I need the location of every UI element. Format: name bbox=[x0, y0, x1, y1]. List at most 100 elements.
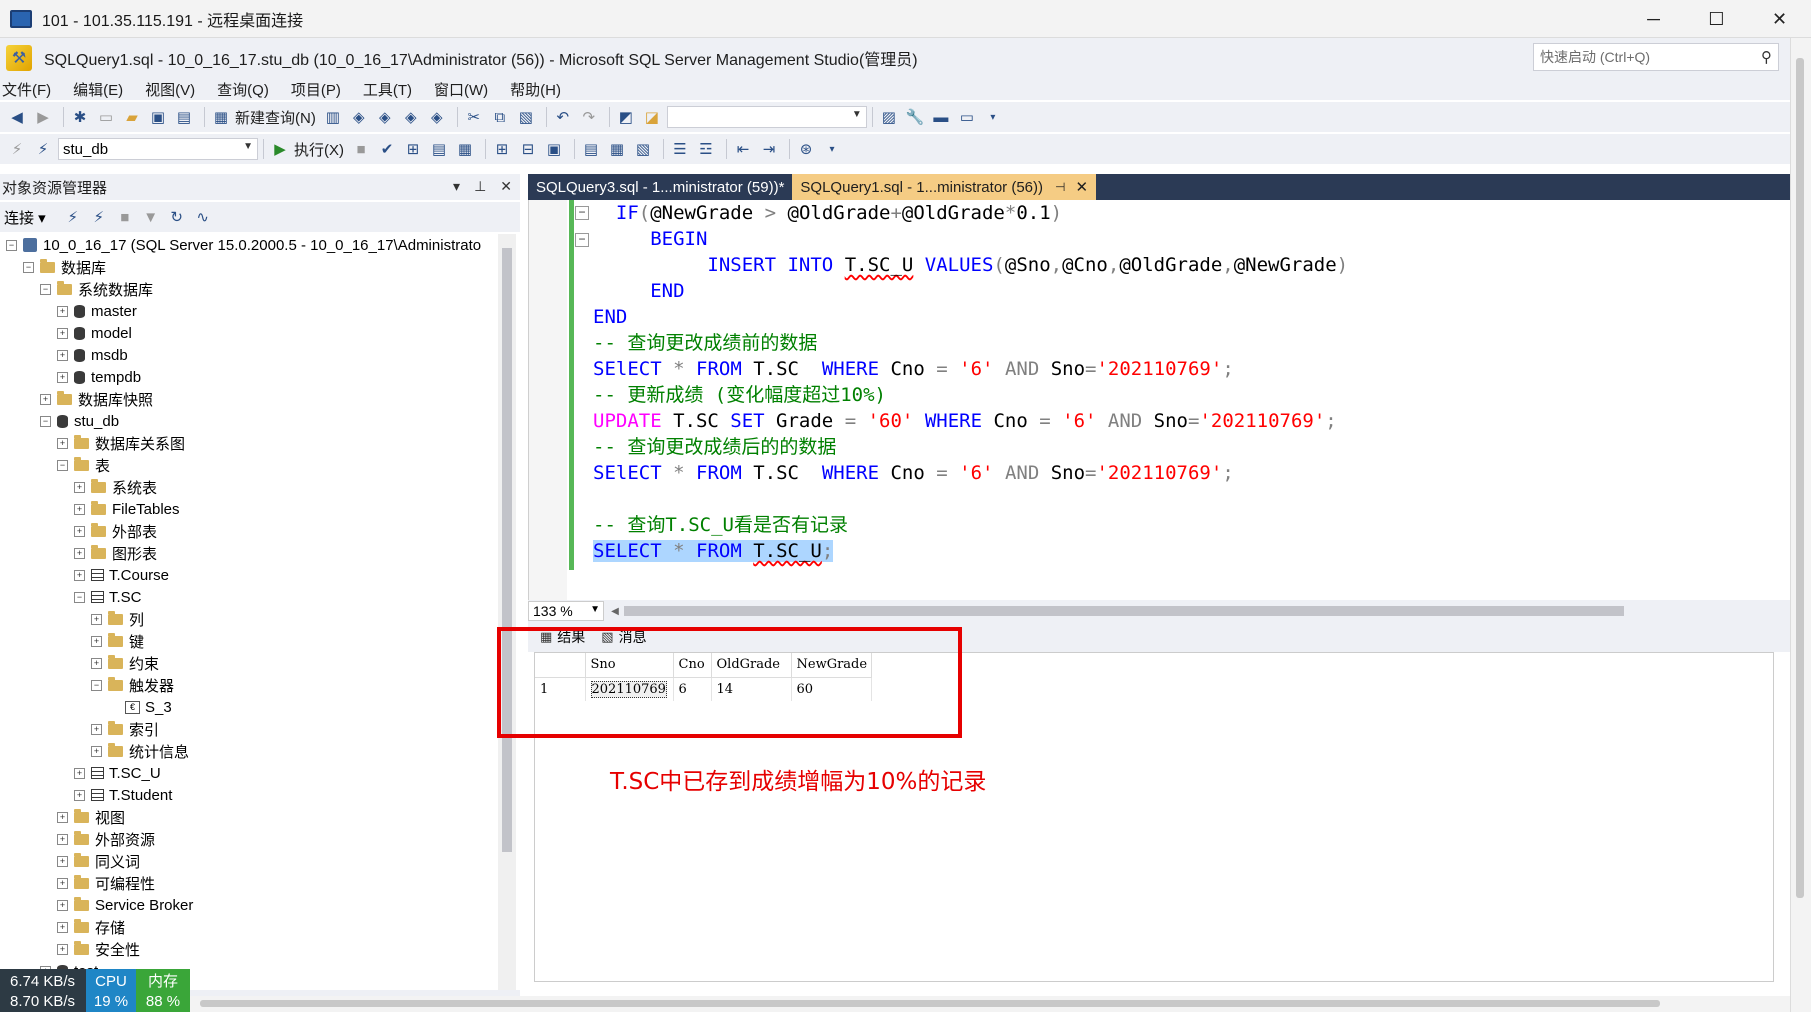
table-row[interactable]: 1 202110769 6 14 60 bbox=[535, 677, 872, 701]
expand-icon[interactable]: + bbox=[74, 481, 85, 493]
minimize-button[interactable]: ─ bbox=[1622, 0, 1685, 38]
tree-node[interactable]: + 外部表 bbox=[0, 520, 498, 542]
expand-icon[interactable]: + bbox=[74, 789, 85, 801]
menu-item[interactable]: 帮助(H) bbox=[508, 79, 573, 100]
display-plan-icon[interactable]: ⊞ bbox=[402, 138, 424, 160]
cut-icon[interactable]: ✂ bbox=[463, 106, 485, 128]
scroll-left-icon[interactable]: ◀ bbox=[604, 600, 626, 622]
menu-item[interactable]: 视图(V) bbox=[143, 79, 207, 100]
collapse-toggle-icon[interactable]: − bbox=[575, 206, 589, 220]
tree-node[interactable]: − 10_0_16_17 (SQL Server 15.0.2000.5 - 10… bbox=[0, 234, 498, 256]
menu-item[interactable]: 文件(F) bbox=[0, 79, 63, 100]
tab-messages[interactable]: ▧ 消息 bbox=[601, 627, 646, 647]
client-stats-icon[interactable]: ▣ bbox=[543, 138, 565, 160]
expand-icon[interactable]: + bbox=[91, 657, 102, 669]
expand-icon[interactable]: + bbox=[57, 855, 68, 867]
dmx-query-icon[interactable]: ◈ bbox=[374, 106, 396, 128]
comment-icon[interactable]: ☰ bbox=[669, 138, 691, 160]
tree-node[interactable]: + 约束 bbox=[0, 652, 498, 674]
decrease-indent-icon[interactable]: ⇤ bbox=[732, 138, 754, 160]
window-layout-icon[interactable]: ▭ bbox=[956, 106, 978, 128]
editor-hscroll-thumb[interactable] bbox=[624, 606, 1624, 616]
open-file-icon[interactable]: ▰ bbox=[121, 106, 143, 128]
change-connection-icon[interactable]: ⚡ bbox=[32, 138, 54, 160]
quick-launch-input[interactable]: 快速启动 (Ctrl+Q) ⚲ bbox=[1533, 43, 1779, 71]
panel-close-icon[interactable]: ✕ bbox=[500, 178, 512, 195]
expand-icon[interactable]: + bbox=[57, 943, 68, 955]
solution-config-combo[interactable]: ▼ bbox=[666, 106, 867, 128]
panel-menu-icon[interactable]: ▾ bbox=[453, 178, 460, 195]
execute-button[interactable]: ▶ 执行(X) bbox=[269, 138, 344, 160]
tree-node[interactable]: + T.Student bbox=[0, 784, 498, 806]
expand-icon[interactable]: + bbox=[57, 899, 68, 911]
collapse-icon[interactable]: − bbox=[40, 283, 51, 295]
new-project-icon[interactable]: ✱ bbox=[69, 106, 91, 128]
tab-results[interactable]: ▦ 结果 bbox=[540, 627, 585, 647]
tab-sqlquery1[interactable]: SQLQuery1.sql - 1...ministrator (56)) ⊣ … bbox=[792, 174, 1097, 200]
results-to-text-icon[interactable]: ▤ bbox=[580, 138, 602, 160]
refresh-icon[interactable]: ↻ bbox=[166, 206, 188, 228]
collapse-icon[interactable]: − bbox=[57, 459, 68, 471]
tree-node[interactable]: + 键 bbox=[0, 630, 498, 652]
tree-node[interactable]: + FileTables bbox=[0, 498, 498, 520]
expand-icon[interactable]: + bbox=[57, 371, 68, 383]
expand-icon[interactable]: + bbox=[91, 745, 102, 757]
collapse-toggle-icon[interactable]: − bbox=[575, 233, 589, 247]
tree-node[interactable]: + 统计信息 bbox=[0, 740, 498, 762]
tree-node[interactable]: + msdb bbox=[0, 344, 498, 366]
tree-node[interactable]: − T.SC bbox=[0, 586, 498, 608]
expand-icon[interactable]: + bbox=[74, 525, 85, 537]
column-header-sno[interactable]: Sno bbox=[585, 653, 674, 678]
filter-icon[interactable]: ▼ bbox=[140, 206, 162, 228]
connect-icon[interactable]: ⚡ bbox=[6, 138, 28, 160]
tree-node[interactable]: − 触发器 bbox=[0, 674, 498, 696]
tree-node[interactable]: + 安全性 bbox=[0, 938, 498, 960]
object-explorer-scrollbar[interactable] bbox=[498, 234, 516, 990]
increase-indent-icon[interactable]: ⇥ bbox=[758, 138, 780, 160]
collapse-icon[interactable]: − bbox=[6, 239, 17, 251]
search-icon[interactable]: ⚲ bbox=[1761, 48, 1772, 66]
results-to-grid-icon[interactable]: ▦ bbox=[454, 138, 476, 160]
new-query-button[interactable]: ▦ 新建查询(N) bbox=[210, 106, 316, 128]
disconnect-icon[interactable]: ⚡ bbox=[88, 206, 110, 228]
column-header-newgrade[interactable]: NewGrade bbox=[791, 653, 872, 678]
tree-node[interactable]: + 图形表 bbox=[0, 542, 498, 564]
menu-item[interactable]: 工具(T) bbox=[361, 79, 424, 100]
expand-icon[interactable]: + bbox=[74, 767, 85, 779]
maximize-button[interactable]: ☐ bbox=[1685, 0, 1748, 38]
collapse-icon[interactable]: − bbox=[40, 415, 51, 427]
grid-cell-cno[interactable]: 6 bbox=[673, 677, 712, 701]
collapse-icon[interactable]: − bbox=[91, 679, 102, 691]
cancel-query-icon[interactable]: ■ bbox=[350, 138, 372, 160]
tree-node[interactable]: + T.SC_U bbox=[0, 762, 498, 784]
toolbar2-options-icon[interactable]: ▾ bbox=[821, 138, 843, 160]
column-header-cno[interactable]: Cno bbox=[673, 653, 712, 678]
tab-close-icon[interactable]: ✕ bbox=[1075, 178, 1088, 196]
save-all-icon[interactable]: ▤ bbox=[173, 106, 195, 128]
paste-icon[interactable]: ▧ bbox=[515, 106, 537, 128]
expand-icon[interactable]: + bbox=[91, 723, 102, 735]
tree-node[interactable]: + 可编程性 bbox=[0, 872, 498, 894]
dax-query-icon[interactable]: ◈ bbox=[426, 106, 448, 128]
include-plan-icon[interactable]: ⊞ bbox=[491, 138, 513, 160]
results-grid[interactable]: Sno Cno OldGrade NewGrade 1 202110769 6 … bbox=[534, 652, 1774, 982]
collapse-icon[interactable]: − bbox=[23, 261, 34, 273]
tree-node[interactable]: + 列 bbox=[0, 608, 498, 630]
toolbar-options-icon[interactable]: ▾ bbox=[982, 106, 1004, 128]
stop-icon[interactable]: ■ bbox=[114, 206, 136, 228]
expand-icon[interactable]: + bbox=[57, 833, 68, 845]
tab-pin-icon[interactable]: ⊣ bbox=[1055, 180, 1065, 194]
db-engine-query-icon[interactable]: ▥ bbox=[322, 106, 344, 128]
live-stats-icon[interactable]: ⊟ bbox=[517, 138, 539, 160]
parse-icon[interactable]: ✔ bbox=[376, 138, 398, 160]
expand-icon[interactable]: + bbox=[74, 547, 85, 559]
tree-node[interactable]: + master bbox=[0, 300, 498, 322]
specify-values-icon[interactable]: ⊛ bbox=[795, 138, 817, 160]
expand-icon[interactable]: + bbox=[57, 437, 68, 449]
redo-icon[interactable]: ↷ bbox=[578, 106, 600, 128]
tree-node[interactable]: − 数据库 bbox=[0, 256, 498, 278]
tree-node[interactable]: + 数据库快照 bbox=[0, 388, 498, 410]
tree-node[interactable]: + tempdb bbox=[0, 366, 498, 388]
menu-item[interactable]: 查询(Q) bbox=[215, 79, 281, 100]
properties-icon[interactable]: ▨ bbox=[878, 106, 900, 128]
